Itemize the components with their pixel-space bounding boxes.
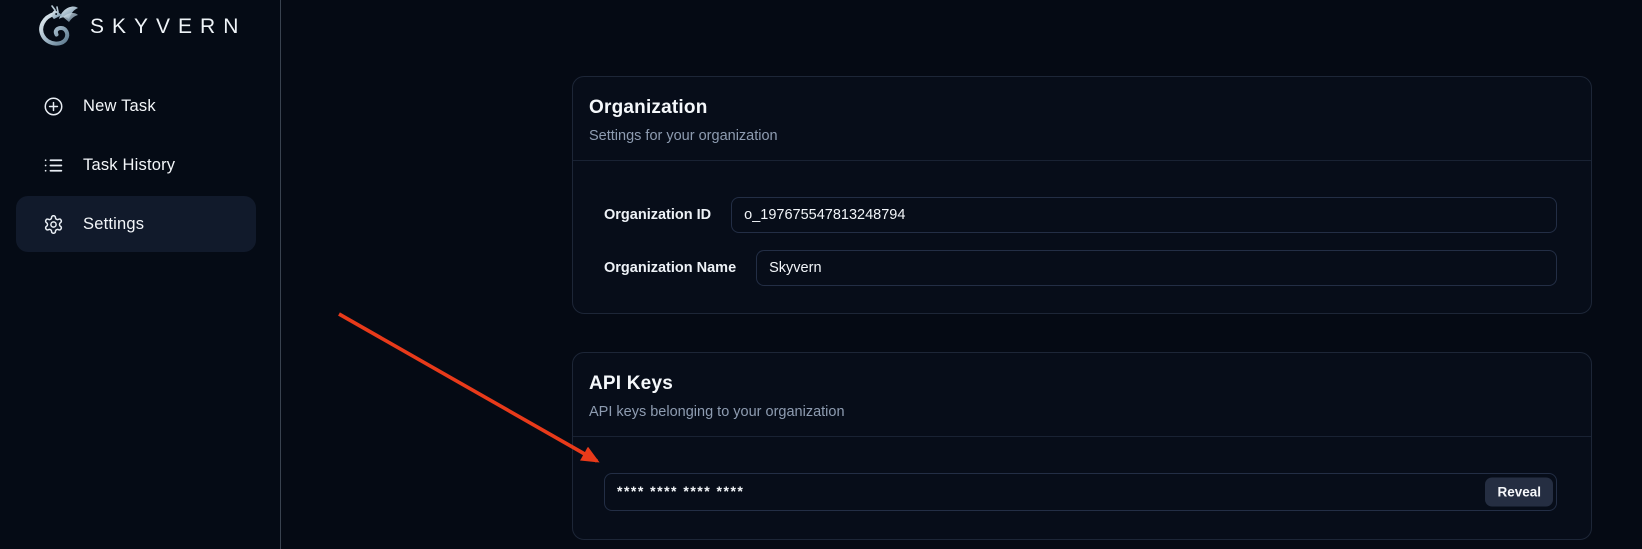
api-keys-card-title: API Keys bbox=[589, 373, 1575, 395]
organization-card-subtitle: Settings for your organization bbox=[589, 128, 1575, 144]
sidebar-item-new-task[interactable]: New Task bbox=[16, 78, 256, 134]
list-icon bbox=[43, 155, 64, 176]
gear-icon bbox=[43, 214, 64, 235]
dragon-logo-icon bbox=[30, 3, 84, 51]
organization-name-label: Organization Name bbox=[604, 260, 736, 276]
plus-circle-icon bbox=[43, 96, 64, 117]
api-keys-card-content: **** **** **** **** Reveal bbox=[573, 437, 1591, 511]
sidebar-item-label: Task History bbox=[83, 156, 175, 175]
skyvern-logo[interactable]: SKYVERN bbox=[30, 3, 246, 51]
api-key-field[interactable]: **** **** **** **** Reveal bbox=[604, 473, 1557, 511]
organization-id-label: Organization ID bbox=[604, 207, 711, 223]
skyvern-settings-page: SKYVERN New Task Task History bbox=[0, 0, 1642, 549]
sidebar-item-task-history[interactable]: Task History bbox=[16, 137, 256, 193]
sidebar-item-settings[interactable]: Settings bbox=[16, 196, 256, 252]
organization-name-input[interactable] bbox=[756, 250, 1557, 286]
sidebar-item-label: New Task bbox=[83, 97, 156, 116]
sidebar: SKYVERN New Task Task History bbox=[0, 0, 281, 549]
masked-api-key: **** **** **** **** bbox=[617, 483, 744, 499]
sidebar-nav: New Task Task History Settings bbox=[16, 78, 256, 255]
api-keys-card: API Keys API keys belonging to your orga… bbox=[572, 352, 1592, 540]
organization-card: Organization Settings for your organizat… bbox=[572, 76, 1592, 314]
sidebar-item-label: Settings bbox=[83, 215, 144, 234]
organization-card-header: Organization Settings for your organizat… bbox=[573, 77, 1591, 161]
organization-id-input[interactable] bbox=[731, 197, 1557, 233]
arrow-line bbox=[339, 314, 597, 461]
organization-id-row: Organization ID bbox=[604, 197, 1557, 233]
brand-name: SKYVERN bbox=[90, 15, 246, 39]
reveal-button[interactable]: Reveal bbox=[1485, 478, 1553, 507]
organization-card-title: Organization bbox=[589, 97, 1575, 119]
api-keys-card-header: API Keys API keys belonging to your orga… bbox=[573, 353, 1591, 437]
organization-name-row: Organization Name bbox=[604, 250, 1557, 286]
organization-card-content: Organization ID Organization Name bbox=[573, 161, 1591, 286]
api-keys-card-subtitle: API keys belonging to your organization bbox=[589, 404, 1575, 420]
